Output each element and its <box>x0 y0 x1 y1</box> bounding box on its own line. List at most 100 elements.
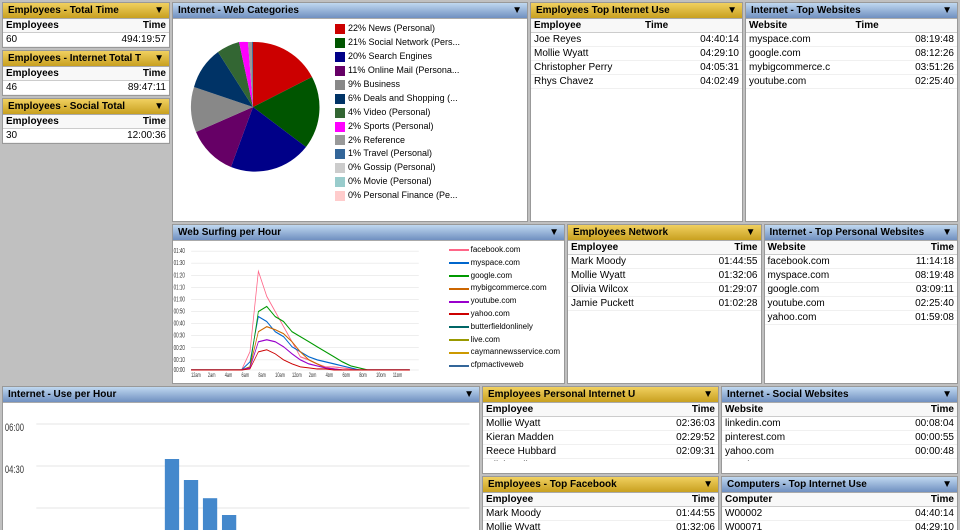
top-social-panel: Employees Network ▼ Employee Time Mark M… <box>567 224 762 384</box>
table-row: Joe Reyes04:40:14 <box>531 33 742 47</box>
top-facebook-col-header: Employee Time <box>483 493 718 507</box>
web-surfing-header[interactable]: Web Surfing per Hour ▼ <box>173 225 564 241</box>
svg-text:01:20: 01:20 <box>174 273 186 280</box>
table-row: W0007104:29:10 <box>722 521 957 530</box>
computers-top-dropdown-icon[interactable]: ▼ <box>942 479 952 490</box>
top-personal-col-header: Employee Time <box>483 403 718 417</box>
table-row: Mark Moody01:44:55 <box>483 507 718 521</box>
svg-text:01:40: 01:40 <box>174 248 186 255</box>
social-websites-header[interactable]: Internet - Social Websites ▼ <box>722 387 957 403</box>
top-websites-dropdown-icon[interactable]: ▼ <box>942 5 952 16</box>
use-per-hour-dropdown-icon[interactable]: ▼ <box>464 389 474 400</box>
social-total-header[interactable]: Employees - Social Total ▼ <box>3 99 169 115</box>
legend-item-social: 21% Social Network (Pers... <box>335 36 460 50</box>
top-social-scroll[interactable]: Mark Moody01:44:55 Mollie Wyatt01:32:06 … <box>568 255 761 371</box>
top-personal-web-dropdown-icon[interactable]: ▼ <box>942 227 952 238</box>
top-social-header[interactable]: Employees Network ▼ <box>568 225 761 241</box>
use-per-hour-header[interactable]: Internet - Use per Hour ▼ <box>3 387 479 403</box>
web-surfing-dropdown-icon[interactable]: ▼ <box>549 227 559 238</box>
top-internet-header[interactable]: Employees Top Internet Use ▼ <box>531 3 742 19</box>
table-row: youtube.com02:25:40 <box>765 297 958 311</box>
top-personal-dropdown-icon[interactable]: ▼ <box>703 389 713 400</box>
svg-text:00:30: 00:30 <box>174 333 186 340</box>
social-total-panel: Employees - Social Total ▼ Employees Tim… <box>2 98 170 144</box>
use-per-hour-title: Internet - Use per Hour <box>8 389 116 400</box>
top-websites-panel: Internet - Top Websites ▼ Website Time m… <box>745 2 958 222</box>
use-per-hour-chart: 06:00 04:30 12am 2am 4am 6am 8 <box>3 403 479 530</box>
top-personal-scroll[interactable]: Mollie Wyatt02:36:03 Kieran Madden02:29:… <box>483 417 718 461</box>
total-time-dropdown-icon[interactable]: ▼ <box>154 5 164 16</box>
social-total-title: Employees - Social Total <box>8 101 125 112</box>
top-websites-scroll[interactable]: myspace.com08:19:48 google.com08:12:26 m… <box>746 33 957 211</box>
table-row: pinterest.com00:00:55 <box>722 431 957 445</box>
internet-total-header[interactable]: Employees - Internet Total T ▼ <box>3 51 169 67</box>
total-time-title: Employees - Total Time <box>8 5 119 16</box>
table-row: google.com08:12:26 <box>746 47 957 61</box>
svg-text:04:30: 04:30 <box>5 464 24 477</box>
svg-text:00:10: 00:10 <box>174 357 186 364</box>
legend-item-mail: 11% Online Mail (Persona... <box>335 64 460 78</box>
use-per-hour-panel: Internet - Use per Hour ▼ 06:00 04:30 <box>2 386 480 530</box>
top-personal-web-header[interactable]: Internet - Top Personal Websites ▼ <box>765 225 958 241</box>
table-row: Kieran Madden02:29:52 <box>483 431 718 445</box>
top-social-dropdown-icon[interactable]: ▼ <box>746 227 756 238</box>
legend-item-deals: 6% Deals and Shopping (... <box>335 92 460 106</box>
legend-item-movie: 0% Movie (Personal) <box>335 175 460 189</box>
table-row: W0000204:40:14 <box>722 507 957 521</box>
svg-text:6pm: 6pm <box>342 372 350 377</box>
top-personal-web-scroll[interactable]: facebook.com11:14:18 myspace.com08:19:48… <box>765 255 958 371</box>
total-time-header[interactable]: Employees - Total Time ▼ <box>3 3 169 19</box>
web-categories-legend: 22% News (Personal) 21% Social Network (… <box>335 22 460 212</box>
table-row: Olivia Wilcox01:29:07 <box>568 283 761 297</box>
top-facebook-scroll[interactable]: Mark Moody01:44:55 Mollie Wyatt01:32:06 … <box>483 507 718 530</box>
legend-item-google: google.com <box>449 270 560 283</box>
top-internet-panel: Employees Top Internet Use ▼ Employee Ti… <box>530 2 743 222</box>
total-time-col-header: Employees Time <box>3 19 169 33</box>
table-row: Reece Hubbard02:09:31 <box>483 445 718 459</box>
table-row: Rhys Chavez04:02:49 <box>531 75 742 89</box>
top-internet-title: Employees Top Internet Use <box>536 5 670 16</box>
table-row: Mollie Wyatt01:32:06 <box>483 521 718 530</box>
table-row: Jamie Puckett01:02:28 <box>568 297 761 311</box>
top-personal-header[interactable]: Employees Personal Internet U ▼ <box>483 387 718 403</box>
svg-text:4pm: 4pm <box>326 372 334 377</box>
top-social-title: Employees Network <box>573 227 668 238</box>
top-internet-scroll[interactable]: Joe Reyes04:40:14 Mollie Wyatt04:29:10 C… <box>531 33 742 211</box>
social-total-dropdown-icon[interactable]: ▼ <box>154 101 164 112</box>
top-facebook-header[interactable]: Employees - Top Facebook ▼ <box>483 477 718 493</box>
social-websites-dropdown-icon[interactable]: ▼ <box>942 389 952 400</box>
top-internet-dropdown-icon[interactable]: ▼ <box>727 5 737 16</box>
web-categories-header[interactable]: Internet - Web Categories ▼ <box>173 3 527 19</box>
internet-total-col-header: Employees Time <box>3 67 169 81</box>
computers-top-scroll[interactable]: W0000204:40:14 W0007104:29:10 W0006404:0… <box>722 507 957 530</box>
table-row: yahoo.com00:00:48 <box>722 445 957 459</box>
svg-text:4am: 4am <box>225 372 233 377</box>
svg-text:01:00: 01:00 <box>174 297 186 304</box>
svg-text:2am: 2am <box>208 372 216 377</box>
svg-text:06:00: 06:00 <box>5 422 24 435</box>
legend-item-news: 22% News (Personal) <box>335 22 460 36</box>
svg-text:01:30: 01:30 <box>174 260 186 267</box>
internet-total-row: 46 89:47:11 <box>3 81 169 95</box>
top-websites-header[interactable]: Internet - Top Websites ▼ <box>746 3 957 19</box>
table-row: google.com03:09:11 <box>765 283 958 297</box>
social-websites-title: Internet - Social Websites <box>727 389 849 400</box>
table-row: Mollie Wyatt02:36:03 <box>483 417 718 431</box>
table-row: facebook.com11:14:18 <box>765 255 958 269</box>
web-categories-dropdown-icon[interactable]: ▼ <box>512 5 522 16</box>
table-row: mybigcommerce.c03:51:26 <box>746 61 957 75</box>
computers-top-header[interactable]: Computers - Top Internet Use ▼ <box>722 477 957 493</box>
social-websites-scroll[interactable]: linkedin.com00:08:04 pinterest.com00:00:… <box>722 417 957 461</box>
svg-text:12am: 12am <box>191 372 201 377</box>
legend-item-facebook: facebook.com <box>449 244 560 257</box>
top-facebook-dropdown-icon[interactable]: ▼ <box>703 479 713 490</box>
svg-text:00:20: 00:20 <box>174 345 186 352</box>
table-row: Olivia Wilcox02:00:20 <box>483 459 718 461</box>
table-row: Mark Moody01:44:55 <box>568 255 761 269</box>
table-row: yahoo.com01:59:08 <box>765 311 958 325</box>
legend-item-search: 20% Search Engines <box>335 50 460 64</box>
social-total-col-header: Employees Time <box>3 115 169 129</box>
internet-total-dropdown-icon[interactable]: ▼ <box>154 53 164 64</box>
social-websites-panel: Internet - Social Websites ▼ Website Tim… <box>721 386 958 474</box>
top-internet-col-header: Employee Time <box>531 19 742 33</box>
